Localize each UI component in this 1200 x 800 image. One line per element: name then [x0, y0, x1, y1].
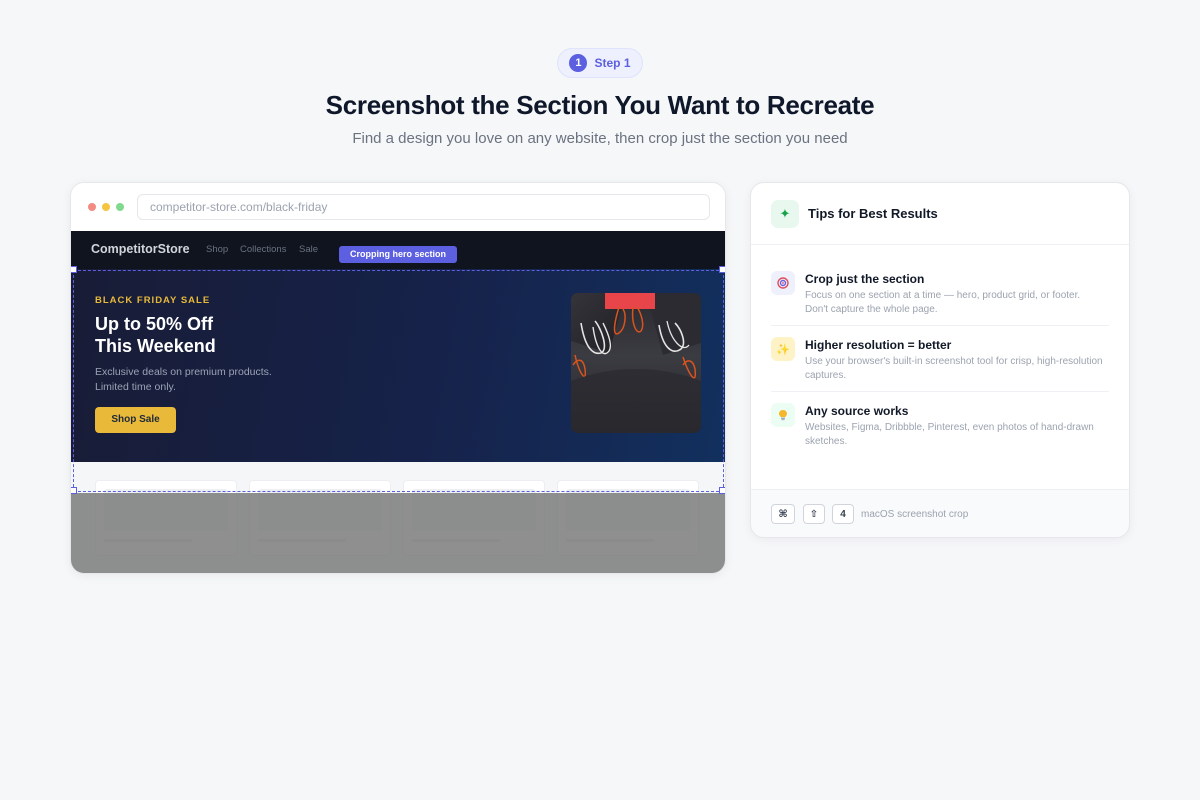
url-bar[interactable]: competitor-store.com/black-friday — [137, 194, 710, 220]
tip-description: Use your browser's built-in screenshot t… — [805, 356, 1103, 381]
crop-label-badge: Cropping hero section — [339, 246, 457, 263]
divider — [771, 325, 1109, 326]
shift-key: ⇧ — [803, 504, 825, 524]
crop-handle-bottom-right[interactable] — [719, 487, 725, 494]
tip-description: Focus on one section at a time — hero, p… — [805, 290, 1081, 315]
tip-item: ✨ Higher resolution = better Use your br… — [771, 335, 1109, 393]
sparkle-icon: ✦ — [771, 200, 799, 228]
lightbulb-icon — [771, 403, 795, 427]
browser-mockup: competitor-store.com/black-friday Compet… — [70, 182, 726, 574]
step-number: 1 — [569, 54, 588, 72]
tip-item: Crop just the section Focus on one secti… — [771, 269, 1109, 327]
divider — [771, 391, 1109, 392]
crop-handle-top-right[interactable] — [719, 266, 725, 273]
tip-item: Any source works Websites, Figma, Dribbb… — [771, 401, 1109, 459]
tip-title: Higher resolution = better — [805, 338, 952, 352]
target-icon — [771, 271, 795, 295]
shortcut-footer: ⌘ ⇧ 4 macOS screenshot crop — [751, 489, 1129, 537]
tip-title: Crop just the section — [805, 272, 925, 286]
nav-link-shop: Shop — [206, 244, 229, 255]
page-subtitle: Find a design you love on any website, t… — [352, 130, 848, 147]
tip-title: Any source works — [805, 404, 909, 418]
step-label: Step 1 — [594, 56, 631, 70]
tip-description: Websites, Figma, Dribbble, Pinterest, ev… — [805, 422, 1094, 447]
crop-selection-frame[interactable] — [73, 270, 724, 492]
crop-handle-bottom-left[interactable] — [71, 487, 77, 494]
tips-title: Tips for Best Results — [808, 206, 938, 221]
four-key: 4 — [832, 504, 854, 524]
site-logo: CompetitorStore — [91, 242, 190, 256]
window-close-dot — [88, 203, 96, 211]
browser-toolbar: competitor-store.com/black-friday — [71, 183, 725, 231]
nav-link-collections: Collections — [240, 244, 287, 255]
crop-handle-top-left[interactable] — [71, 266, 77, 273]
window-minimize-dot — [102, 203, 110, 211]
dimmed-overlay — [71, 493, 725, 573]
shortcut-label: macOS screenshot crop — [861, 509, 969, 520]
window-maximize-dot — [116, 203, 124, 211]
tips-header: ✦ Tips for Best Results — [751, 183, 1129, 245]
tips-panel: ✦ Tips for Best Results Crop just the se… — [750, 182, 1130, 538]
command-key: ⌘ — [771, 504, 795, 524]
step-badge: 1 Step 1 — [557, 48, 643, 78]
sparkles-icon: ✨ — [771, 337, 795, 361]
page-title: Screenshot the Section You Want to Recre… — [325, 90, 875, 120]
nav-link-sale: Sale — [299, 244, 319, 255]
